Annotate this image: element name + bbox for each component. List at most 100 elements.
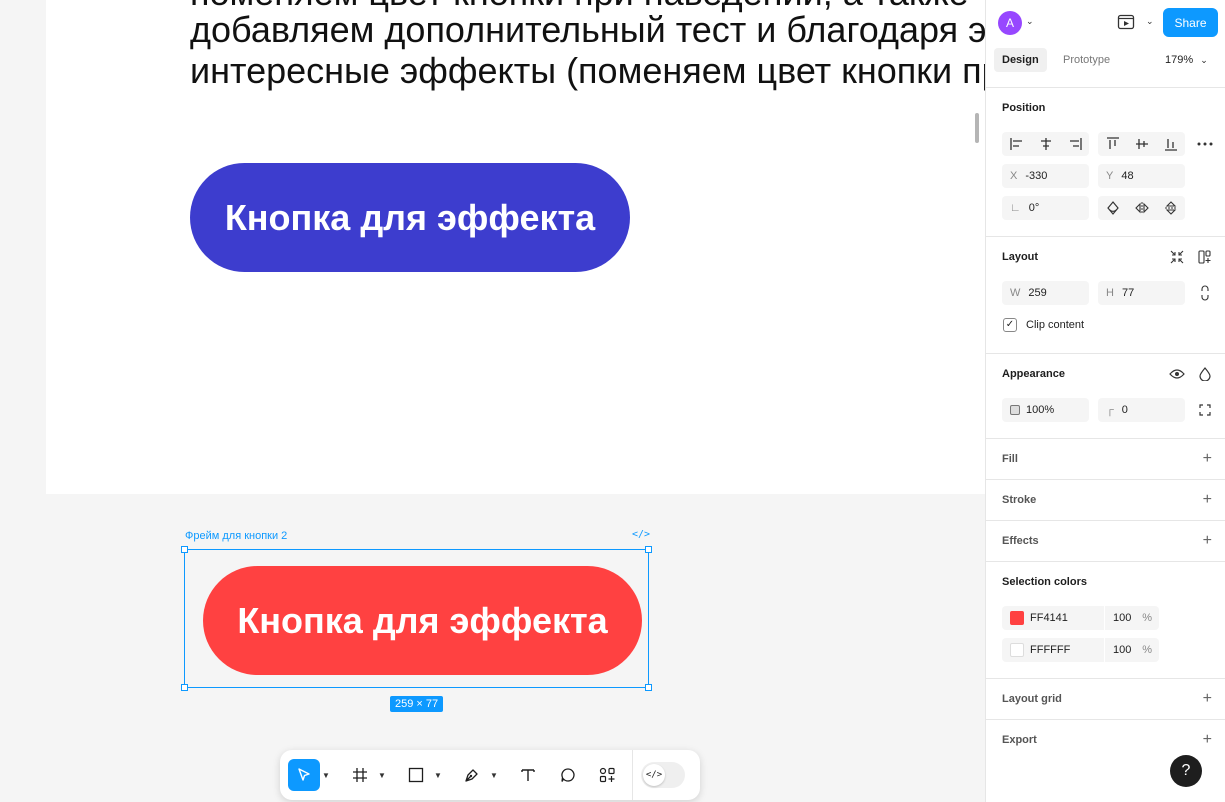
x-label: X (1010, 170, 1018, 182)
color-hex-field[interactable]: FFFFFF (1002, 638, 1104, 662)
corner-radius-value: 0 (1121, 404, 1128, 416)
add-effect-icon[interactable]: + (1203, 533, 1212, 549)
text-icon (512, 759, 544, 791)
color-opacity-field[interactable]: 100% (1105, 638, 1159, 662)
design-canvas[interactable]: поменяем цвет кнопки при наведении, а та… (0, 0, 985, 802)
align-top-icon[interactable] (1098, 132, 1127, 156)
opacity-field[interactable]: 100% (1002, 398, 1089, 422)
comment-tool[interactable] (552, 759, 584, 791)
comment-icon (552, 759, 584, 791)
align-center-vertical-icon[interactable] (1127, 132, 1156, 156)
position-title: Position (1002, 102, 1046, 114)
stroke-section: Stroke + (986, 480, 1225, 521)
layout-title: Layout (1002, 251, 1039, 263)
color-swatch[interactable] (1010, 611, 1024, 626)
y-field[interactable]: Y 48 (1098, 164, 1185, 188)
corner-radius-field[interactable]: ┌ 0 (1098, 398, 1185, 422)
shape-tool[interactable]: ▼ (400, 759, 444, 791)
share-button[interactable]: Share (1163, 8, 1218, 37)
clip-content-label: Clip content (1026, 319, 1085, 331)
page-frame[interactable]: поменяем цвет кнопки при наведении, а та… (46, 0, 985, 494)
flip-horizontal-icon[interactable] (1127, 196, 1156, 220)
flip-vertical-icon[interactable] (1156, 196, 1185, 220)
align-right-icon[interactable] (1060, 132, 1089, 156)
layout-grid-title: Layout grid (1002, 693, 1062, 705)
opacity-value: 100% (1026, 404, 1055, 416)
frame-tool[interactable]: ▼ (344, 759, 388, 791)
tab-design[interactable]: Design (994, 48, 1047, 72)
resize-handle-top-right[interactable] (645, 546, 652, 553)
clip-content-checkbox[interactable]: ✓ (1003, 318, 1017, 332)
add-stroke-icon[interactable]: + (1203, 492, 1212, 508)
actions-tool[interactable] (592, 759, 624, 791)
tab-prototype[interactable]: Prototype (1055, 48, 1118, 72)
auto-layout-icon[interactable] (1197, 249, 1213, 265)
pen-icon (456, 759, 488, 791)
align-bottom-icon[interactable] (1156, 132, 1185, 156)
fill-section: Fill + (986, 439, 1225, 480)
selection-colors-title: Selection colors (1002, 576, 1087, 588)
properties-panel: A ⌄ ⌄ Share Design Prototype 179% ⌄ Posi… (985, 0, 1225, 802)
help-button[interactable]: ? (1170, 755, 1202, 787)
x-value: -330 (1025, 170, 1048, 182)
selection-color-row[interactable]: FFFFFF 100% (1002, 638, 1159, 662)
appearance-section: Appearance 100% ┌ 0 (986, 354, 1225, 439)
constrain-proportions-icon[interactable] (1197, 285, 1213, 301)
chevron-down-icon: ⌄ (1200, 55, 1208, 65)
resize-handle-bottom-right[interactable] (645, 684, 652, 691)
horizontal-align-group (1002, 132, 1089, 156)
resize-handle-bottom-left[interactable] (181, 684, 188, 691)
align-center-horizontal-icon[interactable] (1031, 132, 1060, 156)
add-layout-grid-icon[interactable]: + (1203, 691, 1212, 707)
frame-name-label[interactable]: Фрейм для кнопки 2 (185, 530, 287, 542)
chevron-down-icon[interactable]: ⌄ (1146, 16, 1154, 27)
effect-button-blue[interactable]: Кнопка для эффекта (190, 163, 630, 272)
zoom-dropdown[interactable]: 179% ⌄ (1165, 48, 1208, 72)
actions-icon (592, 759, 624, 791)
rectangle-icon (400, 759, 432, 791)
dev-mode-toggle[interactable]: </> (641, 762, 685, 788)
text-line-3: интересные эффекты (поменяем цвет кнопки… (190, 50, 985, 91)
chevron-down-icon[interactable]: ▼ (376, 771, 388, 780)
more-icon[interactable] (1197, 136, 1213, 152)
percent-unit: % (1142, 612, 1152, 624)
color-hex-field[interactable]: FF4141 (1002, 606, 1104, 630)
canvas-scrollbar[interactable] (975, 113, 979, 143)
x-field[interactable]: X -330 (1002, 164, 1089, 188)
chevron-down-icon[interactable]: ▼ (488, 771, 500, 780)
chevron-down-icon[interactable]: ▼ (320, 771, 332, 780)
selection-colors-section: Selection colors FF4141 100% FFFFFF 100% (986, 562, 1225, 679)
stroke-title: Stroke (1002, 494, 1037, 506)
selection-color-row[interactable]: FF4141 100% (1002, 606, 1159, 630)
collapse-icon[interactable] (1169, 249, 1185, 265)
rotation-field[interactable]: ∟ 0° (1002, 196, 1089, 220)
effect-button-red[interactable]: Кнопка для эффекта (203, 566, 642, 675)
corner-radius-icon: ┌ (1106, 404, 1114, 416)
chevron-down-icon[interactable]: ▼ (432, 771, 444, 780)
eye-icon[interactable] (1169, 366, 1185, 382)
code-icon[interactable]: </> (632, 529, 650, 543)
width-field[interactable]: W 259 (1002, 281, 1089, 305)
chevron-down-icon[interactable]: ⌄ (1026, 16, 1034, 27)
height-field[interactable]: H 77 (1098, 281, 1185, 305)
color-opacity-field[interactable]: 100% (1105, 606, 1159, 630)
rotation-value: 0° (1028, 202, 1040, 214)
add-fill-icon[interactable]: + (1203, 451, 1212, 467)
toolbar-divider (632, 750, 633, 800)
align-left-icon[interactable] (1002, 132, 1031, 156)
effects-section: Effects + (986, 521, 1225, 562)
zoom-value: 179% (1165, 54, 1194, 66)
rotate-icon[interactable] (1098, 196, 1127, 220)
percent-unit: % (1142, 644, 1152, 656)
avatar[interactable]: A (998, 11, 1022, 35)
text-tool[interactable] (512, 759, 544, 791)
resize-handle-top-left[interactable] (181, 546, 188, 553)
pen-tool[interactable]: ▼ (456, 759, 500, 791)
color-swatch[interactable] (1010, 643, 1024, 658)
blend-mode-icon[interactable] (1197, 366, 1213, 382)
layout-grid-section: Layout grid + (986, 679, 1225, 720)
play-icon[interactable] (1117, 13, 1135, 31)
add-export-icon[interactable]: + (1203, 732, 1212, 748)
move-tool[interactable]: ▼ (288, 759, 332, 791)
independent-corners-icon[interactable] (1197, 402, 1213, 418)
